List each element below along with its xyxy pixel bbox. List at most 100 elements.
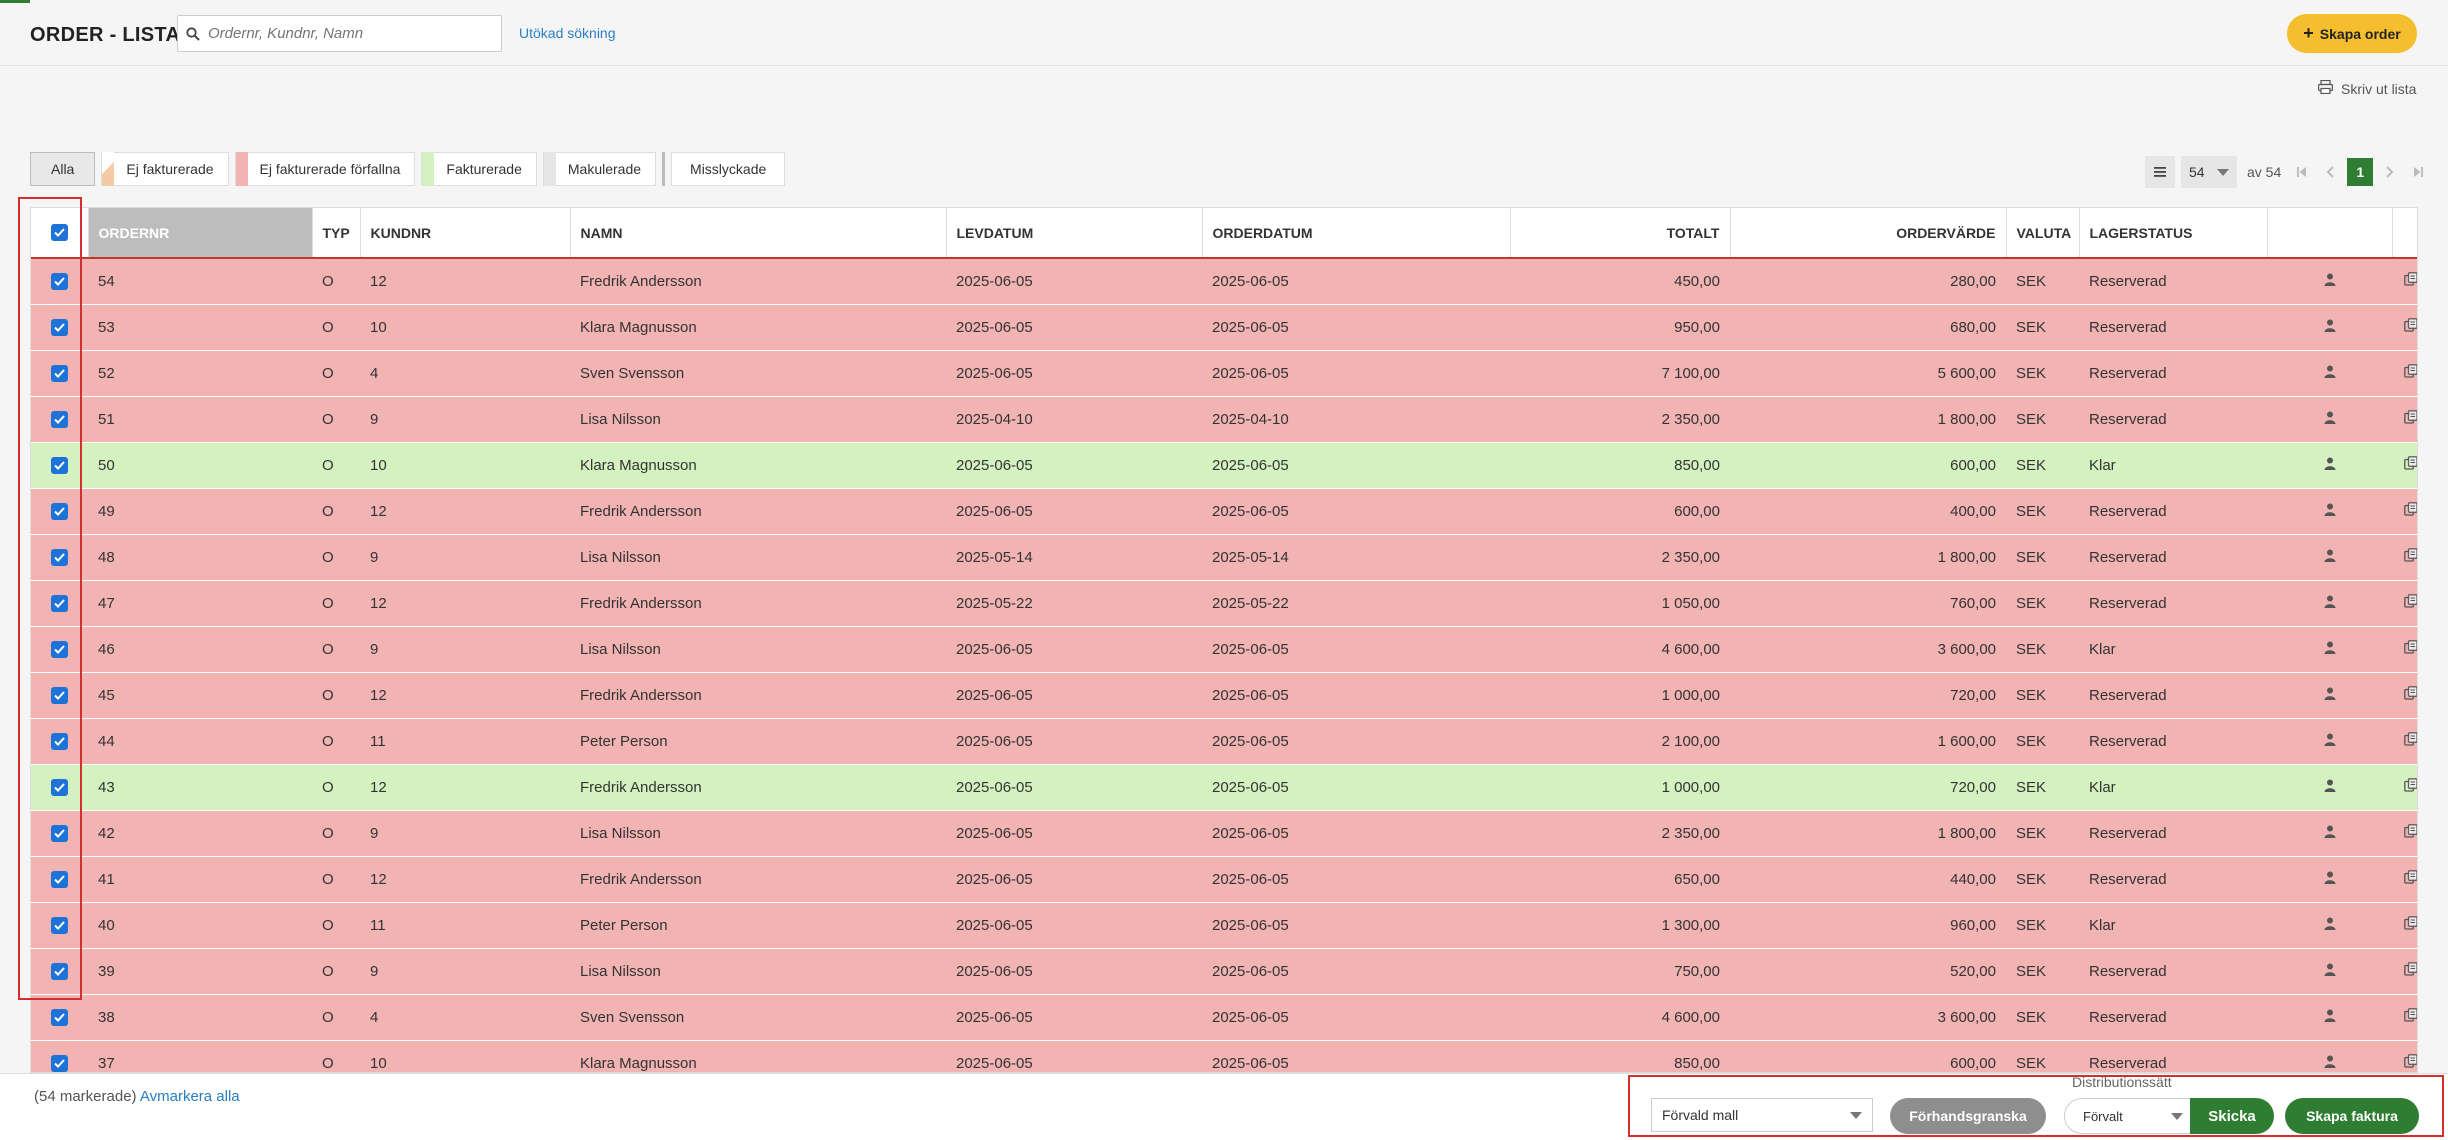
row-checkbox[interactable] <box>51 824 68 842</box>
user-icon[interactable] <box>2267 902 2392 949</box>
column-header-ordernr[interactable]: ORDERNR <box>88 208 313 259</box>
row-checkbox[interactable] <box>51 686 68 704</box>
table-row[interactable]: 44 O 11 Peter Person 2025-06-05 2025-06-05 2 1… <box>31 718 2417 765</box>
copy-icon[interactable] <box>2392 442 2417 489</box>
user-icon[interactable] <box>2267 304 2392 351</box>
column-header-kundnr[interactable]: KUNDNR <box>360 208 571 259</box>
user-icon[interactable] <box>2267 580 2392 627</box>
create-invoice-button[interactable]: Skapa faktura <box>2285 1098 2419 1134</box>
preview-button[interactable]: Förhandsgranska <box>1890 1098 2046 1134</box>
user-icon[interactable] <box>2267 718 2392 765</box>
table-row[interactable]: 42 O 9 Lisa Nilsson 2025-06-05 2025-06-05 2 35… <box>31 810 2417 857</box>
row-checkbox[interactable] <box>51 594 68 612</box>
row-checkbox[interactable] <box>51 916 68 934</box>
column-header-levdatum[interactable]: LEVDATUM <box>946 208 1203 259</box>
copy-icon[interactable] <box>2392 304 2417 351</box>
copy-icon[interactable] <box>2392 488 2417 535</box>
row-checkbox[interactable] <box>51 778 68 796</box>
row-checkbox[interactable] <box>51 870 68 888</box>
copy-icon[interactable] <box>2392 1040 2417 1072</box>
menu-icon[interactable] <box>2145 156 2175 188</box>
row-checkbox[interactable] <box>51 1054 68 1072</box>
row-checkbox[interactable] <box>51 273 68 291</box>
send-button[interactable]: Skicka <box>2190 1098 2274 1134</box>
table-row[interactable]: 41 O 12 Fredrik Andersson 2025-06-05 2025-06-… <box>31 856 2417 903</box>
filter-failed[interactable]: Misslyckade <box>671 152 786 186</box>
table-row[interactable]: 43 O 12 Fredrik Andersson 2025-06-05 2025-06-… <box>31 764 2417 811</box>
user-icon[interactable] <box>2267 350 2392 397</box>
copy-icon[interactable] <box>2392 396 2417 443</box>
user-icon[interactable] <box>2267 764 2392 811</box>
table-row[interactable]: 48 O 9 Lisa Nilsson 2025-05-14 2025-05-14 2 35… <box>31 534 2417 581</box>
column-header-lagerstatus[interactable]: LAGERSTATUS <box>2079 208 2268 259</box>
row-checkbox[interactable] <box>51 640 68 658</box>
last-page-icon[interactable] <box>2407 156 2429 188</box>
table-row[interactable]: 52 O 4 Sven Svensson 2025-06-05 2025-06-05 7 1… <box>31 350 2417 397</box>
user-icon[interactable] <box>2267 396 2392 443</box>
table-row[interactable]: 37 O 10 Klara Magnusson 2025-06-05 2025-06-05… <box>31 1040 2417 1072</box>
copy-icon[interactable] <box>2392 534 2417 581</box>
user-icon[interactable] <box>2267 1040 2392 1072</box>
row-checkbox[interactable] <box>51 732 68 750</box>
copy-icon[interactable] <box>2392 764 2417 811</box>
row-checkbox[interactable] <box>51 502 68 520</box>
table-row[interactable]: 51 O 9 Lisa Nilsson 2025-04-10 2025-04-10 2 35… <box>31 396 2417 443</box>
row-checkbox[interactable] <box>51 962 68 980</box>
template-select[interactable]: Förvald mall <box>1651 1098 1873 1132</box>
table-row[interactable]: 46 O 9 Lisa Nilsson 2025-06-05 2025-06-05 4 60… <box>31 626 2417 673</box>
copy-icon[interactable] <box>2392 580 2417 627</box>
filter-not-invoiced[interactable]: Ej fakturerade <box>101 152 229 186</box>
row-checkbox[interactable] <box>51 1008 68 1026</box>
table-row[interactable]: 45 O 12 Fredrik Andersson 2025-06-05 2025-06-… <box>31 672 2417 719</box>
column-header-typ[interactable]: TYP <box>312 208 361 259</box>
copy-icon[interactable] <box>2392 810 2417 857</box>
table-row[interactable]: 38 O 4 Sven Svensson 2025-06-05 2025-06-05 4 6… <box>31 994 2417 1041</box>
print-list-button[interactable]: Skriv ut lista <box>2318 79 2416 97</box>
prev-page-icon[interactable] <box>2319 156 2341 188</box>
user-icon[interactable] <box>2267 442 2392 489</box>
column-header-namn[interactable]: NAMN <box>570 208 947 259</box>
deselect-all-link[interactable]: Avmarkera alla <box>140 1088 240 1105</box>
copy-icon[interactable] <box>2392 626 2417 673</box>
user-icon[interactable] <box>2267 856 2392 903</box>
filter-voided[interactable]: Makulerade <box>542 152 657 186</box>
copy-icon[interactable] <box>2392 902 2417 949</box>
distribution-select[interactable]: Förvalt <box>2064 1098 2194 1134</box>
copy-icon[interactable] <box>2392 672 2417 719</box>
copy-icon[interactable] <box>2392 994 2417 1041</box>
filter-invoiced[interactable]: Fakturerade <box>421 152 537 186</box>
search-input[interactable] <box>208 25 488 42</box>
copy-icon[interactable] <box>2392 948 2417 995</box>
table-row[interactable]: 49 O 12 Fredrik Andersson 2025-06-05 2025-06-… <box>31 488 2417 535</box>
column-header-ordervarde[interactable]: ORDERVÄRDE <box>1730 208 2007 259</box>
table-row[interactable]: 39 O 9 Lisa Nilsson 2025-06-05 2025-06-05 750,… <box>31 948 2417 995</box>
current-page-button[interactable]: 1 <box>2347 158 2374 186</box>
user-icon[interactable] <box>2267 672 2392 719</box>
create-order-button[interactable]: + Skapa order <box>2287 14 2417 53</box>
column-header-totalt[interactable]: TOTALT <box>1510 208 1731 259</box>
table-row[interactable]: 54 O 12 Fredrik Andersson 2025-06-05 2025-06-… <box>31 258 2417 305</box>
copy-icon[interactable] <box>2392 258 2417 305</box>
select-all-checkbox[interactable] <box>50 224 68 242</box>
user-icon[interactable] <box>2267 534 2392 581</box>
copy-icon[interactable] <box>2392 856 2417 903</box>
copy-icon[interactable] <box>2392 718 2417 765</box>
row-checkbox[interactable] <box>51 548 68 566</box>
search-box[interactable] <box>177 15 502 52</box>
advanced-search-link[interactable]: Utökad sökning <box>519 25 616 41</box>
copy-icon[interactable] <box>2392 350 2417 397</box>
row-checkbox[interactable] <box>51 364 68 382</box>
row-checkbox[interactable] <box>51 410 68 428</box>
user-icon[interactable] <box>2267 810 2392 857</box>
column-header-orderdatum[interactable]: ORDERDATUM <box>1202 208 1511 259</box>
user-icon[interactable] <box>2267 994 2392 1041</box>
table-row[interactable]: 47 O 12 Fredrik Andersson 2025-05-22 2025-05-… <box>31 580 2417 627</box>
table-row[interactable]: 53 O 10 Klara Magnusson 2025-06-05 2025-06-05… <box>31 304 2417 351</box>
user-icon[interactable] <box>2267 488 2392 535</box>
filter-not-invoiced-overdue[interactable]: Ej fakturerade förfallna <box>234 152 416 186</box>
table-row[interactable]: 40 O 11 Peter Person 2025-06-05 2025-06-05 1 3… <box>31 902 2417 949</box>
user-icon[interactable] <box>2267 626 2392 673</box>
first-page-icon[interactable] <box>2291 156 2313 188</box>
column-header-valuta[interactable]: VALUTA <box>2006 208 2080 259</box>
user-icon[interactable] <box>2267 258 2392 305</box>
